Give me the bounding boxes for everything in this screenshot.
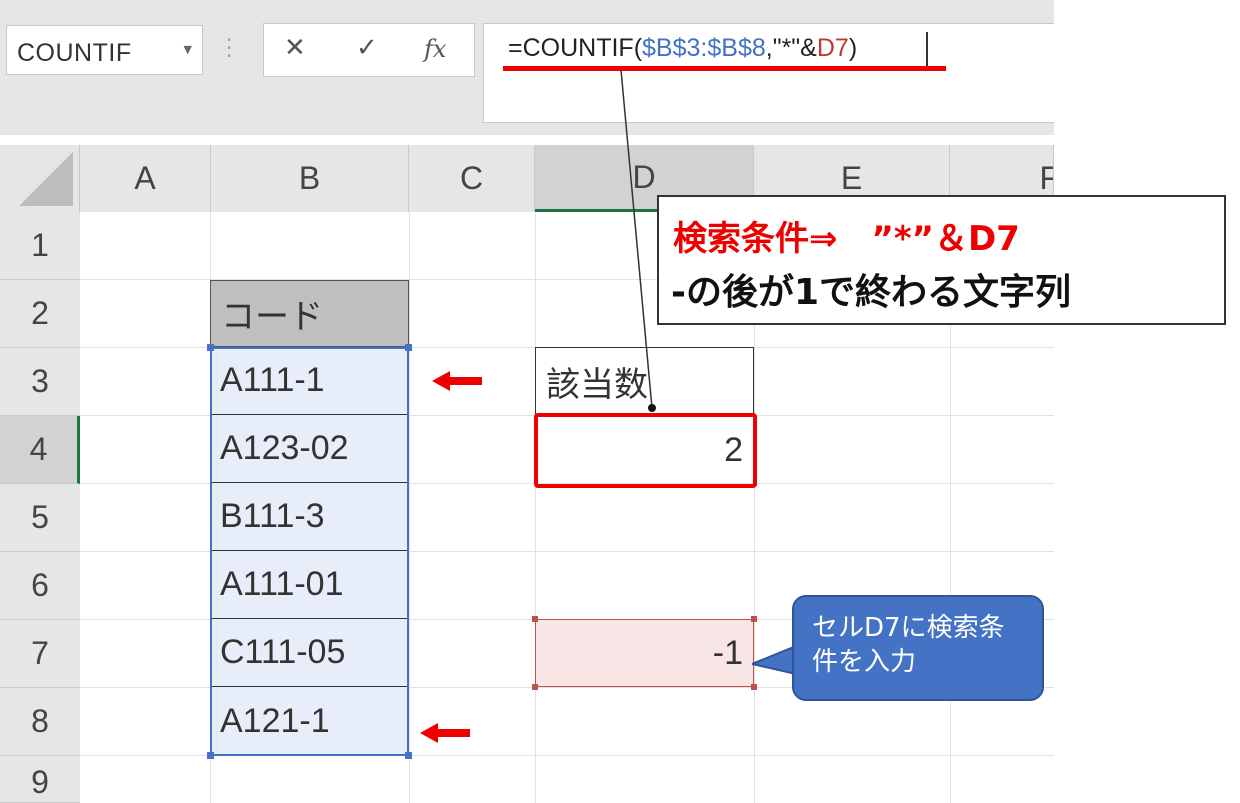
col-header-c[interactable]: C (409, 145, 535, 212)
cancel-icon[interactable]: ✕ (284, 33, 306, 63)
formula-cell-ref: D7 (816, 34, 849, 62)
name-box-value: COUNTIF (17, 39, 132, 67)
cell-b2-header[interactable]: コード (210, 280, 409, 347)
name-box[interactable]: COUNTIF ▼ (6, 25, 203, 75)
row-header-8[interactable]: 8 (0, 688, 80, 756)
chevron-down-icon[interactable]: ▼ (184, 43, 192, 56)
selection-handle[interactable] (405, 344, 412, 351)
insert-function-icon[interactable]: fx (424, 35, 446, 63)
formula-range-ref: $B$3:$B$8 (642, 34, 766, 62)
enter-check-icon[interactable]: ✓ (356, 33, 378, 63)
row-header-6[interactable]: 6 (0, 552, 80, 620)
formula-text: =COUNTIF($B$3:$B$8,"*"&D7) (508, 34, 857, 63)
grid-line (535, 212, 536, 803)
formula-criteria: ,"*"& (765, 34, 817, 62)
selection-handle[interactable] (751, 684, 757, 690)
cell-d4-result[interactable]: 2 (534, 413, 757, 488)
condition-title: 検索条件⇒ ”*”＆D7 (673, 219, 1020, 259)
condition-description: -の後が1で終わる文字列 (671, 272, 1071, 313)
col-header-f-label: F (1039, 160, 1053, 197)
selection-handle[interactable] (532, 684, 538, 690)
row-header-7[interactable]: 7 (0, 620, 80, 688)
col-header-b[interactable]: B (211, 145, 409, 212)
select-all-corner[interactable] (0, 145, 80, 212)
hint-bubble: セルD7に検索条件を入力 (792, 595, 1044, 701)
row-header-1[interactable]: 1 (0, 212, 80, 280)
selection-handle[interactable] (751, 616, 757, 622)
more-options-icon: · · · (226, 28, 233, 68)
row-header-5[interactable]: 5 (0, 484, 80, 552)
red-arrow-icon (432, 371, 482, 391)
formula-prefix: =COUNTIF( (508, 34, 643, 62)
condition-callout: 検索条件⇒ ”*”＆D7 -の後が1で終わる文字列 (657, 195, 1226, 325)
blank-area (1054, 0, 1240, 803)
red-arrow-icon (420, 723, 470, 743)
formula-buttons: ✕ ✓ fx (263, 23, 475, 77)
cell-d3-label[interactable]: 該当数 (535, 347, 754, 415)
grid-line (409, 212, 410, 803)
formula-suffix: ) (848, 34, 858, 62)
selection-handle[interactable] (532, 616, 538, 622)
row-header-2[interactable]: 2 (0, 280, 80, 348)
cell-d7-criteria[interactable]: -1 (535, 619, 754, 687)
range-selection-b3-b8 (207, 344, 412, 759)
selection-handle[interactable] (405, 752, 412, 759)
selection-handle[interactable] (207, 752, 214, 759)
row-header-4[interactable]: 4 (0, 416, 80, 484)
formula-highlight-underline (503, 66, 946, 71)
text-caret (926, 32, 928, 66)
formula-input[interactable]: =COUNTIF($B$3:$B$8,"*"&D7) (483, 23, 1063, 123)
selection-handle[interactable] (207, 344, 214, 351)
col-header-a[interactable]: A (80, 145, 211, 212)
bubble-pointer (752, 645, 796, 675)
row-header-9[interactable]: 9 (0, 756, 80, 803)
row-header-3[interactable]: 3 (0, 348, 80, 416)
